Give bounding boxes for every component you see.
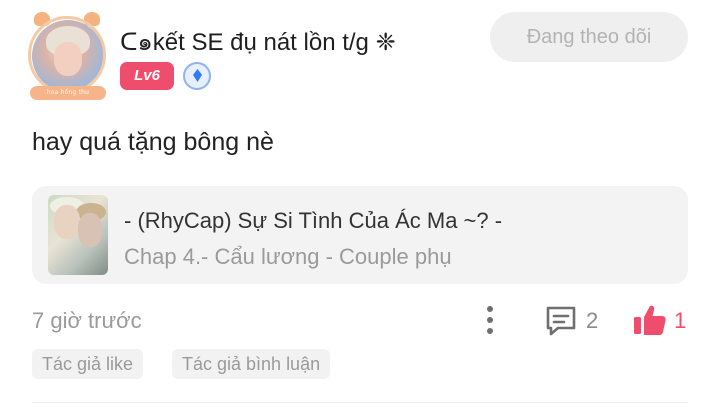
divider <box>32 402 688 403</box>
avatar-frame <box>28 16 106 94</box>
comment-text: hay quá tặng bông nè <box>32 128 274 156</box>
diamond-badge-icon <box>183 62 211 90</box>
avatar-frame-banner: hoa hồng thu <box>30 86 106 100</box>
reply-count: 2 <box>586 308 599 333</box>
tag-author-commented: Tác giả bình luận <box>172 349 331 379</box>
username[interactable]: ᑕ๑kết SE đụ nát lồn t/g ❈ <box>120 22 396 61</box>
thumbs-up-icon <box>634 305 666 335</box>
like-button[interactable]: 1 <box>632 302 692 338</box>
follow-button[interactable]: Đang theo dõi <box>490 12 688 62</box>
story-title: - (RhyCap) Sự Si Tình Của Ác Ma ~? - <box>124 208 503 233</box>
tag-author-liked: Tác giả like <box>32 349 144 379</box>
level-badge: Lv6 <box>120 62 174 90</box>
user-avatar[interactable]: hoa hồng thu <box>28 12 110 102</box>
story-cover-image <box>48 195 108 275</box>
story-chapter: Chap 4.- Cẩu lương - Couple phụ <box>124 244 452 269</box>
vertical-dots-icon[interactable] <box>480 304 500 336</box>
comment-timestamp: 7 giờ trước <box>32 308 142 333</box>
reply-button[interactable]: 2 <box>544 304 604 338</box>
like-count: 1 <box>674 308 687 333</box>
story-card[interactable]: - (RhyCap) Sự Si Tình Của Ác Ma ~? - Cha… <box>32 186 688 284</box>
speech-bubble-icon <box>546 306 576 336</box>
